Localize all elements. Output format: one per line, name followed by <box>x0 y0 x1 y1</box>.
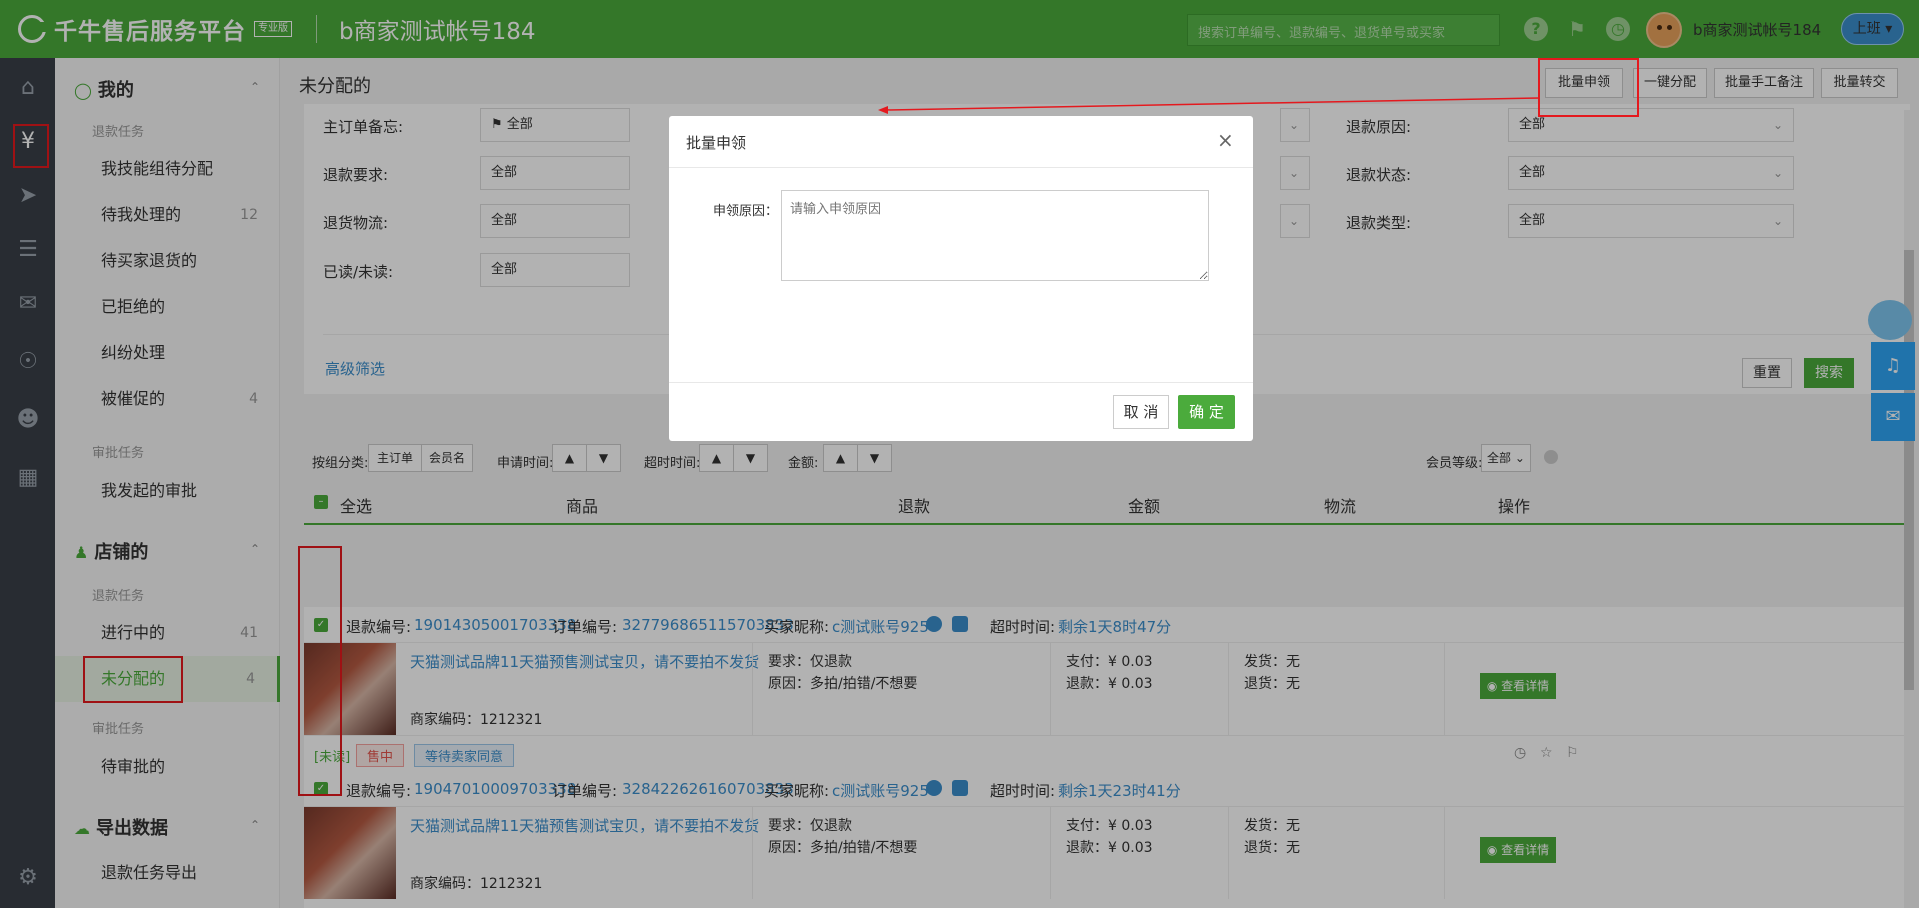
dialog-divider <box>669 382 1253 383</box>
claim-reason-textarea[interactable] <box>781 190 1209 281</box>
claim-reason-label: 申领原因： <box>713 204 779 219</box>
app-root: 千牛售后服务平台 专业版 b商家测试帐号184 搜索订单编号、退款编号、退货单号… <box>0 0 1919 908</box>
dialog-divider <box>669 167 1253 168</box>
batch-claim-dialog: 批量申领 × 申领原因： 取 消 确 定 <box>669 116 1253 441</box>
cancel-button[interactable]: 取 消 <box>1113 395 1169 429</box>
confirm-button[interactable]: 确 定 <box>1178 395 1235 429</box>
close-icon[interactable]: × <box>1217 128 1234 152</box>
annotation-batch-claim-highlight <box>1538 58 1639 117</box>
dialog-title: 批量申领 <box>686 134 747 152</box>
